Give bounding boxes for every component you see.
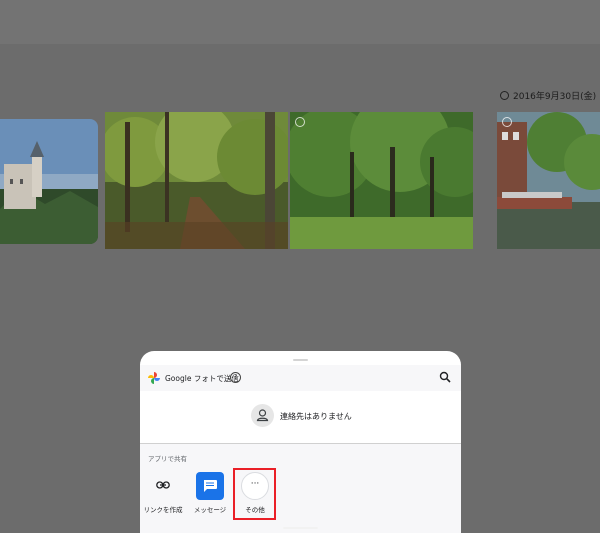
- messages-app-button[interactable]: メッセージ: [188, 472, 232, 514]
- highlight-box: [233, 468, 276, 520]
- gesture-nav-bar[interactable]: [283, 527, 318, 529]
- share-sheet-header: Google フォトで送信 ?: [140, 365, 461, 391]
- person-icon: [251, 404, 274, 427]
- top-dim-band: [0, 0, 600, 44]
- app-label: リンクを作成: [143, 506, 183, 514]
- date-header: 2016年9月30日(金): [500, 89, 596, 102]
- drag-handle[interactable]: [293, 359, 308, 361]
- share-sheet: Google フォトで送信 ? 連絡先はありません アプリで共有 リンクを作成 …: [140, 351, 461, 533]
- contacts-section: 連絡先はありません: [140, 391, 461, 443]
- app-label: メッセージ: [193, 506, 227, 514]
- help-circle-icon[interactable]: ?: [230, 372, 241, 383]
- messages-icon: [196, 472, 224, 500]
- google-photos-logo-icon: [148, 372, 160, 384]
- share-apps-section: アプリで共有 リンクを作成 メッセージ ··· その他: [140, 444, 461, 533]
- photo-thumbnail[interactable]: [497, 112, 600, 249]
- photo-thumbnail[interactable]: [105, 112, 288, 249]
- apps-section-label: アプリで共有: [148, 455, 187, 463]
- search-icon[interactable]: [439, 371, 451, 383]
- photo-thumbnail[interactable]: [0, 119, 98, 244]
- link-icon: [150, 472, 176, 498]
- date-label: 2016年9月30日(金): [513, 92, 597, 102]
- create-link-button[interactable]: リンクを作成: [141, 472, 185, 514]
- select-photo-checkbox[interactable]: [295, 117, 305, 127]
- share-sheet-title: Google フォトで送信: [165, 374, 239, 383]
- select-date-checkbox[interactable]: [500, 91, 509, 100]
- photo-thumbnail[interactable]: [290, 112, 473, 249]
- no-contacts-text: 連絡先はありません: [280, 412, 352, 421]
- select-photo-checkbox[interactable]: [502, 117, 512, 127]
